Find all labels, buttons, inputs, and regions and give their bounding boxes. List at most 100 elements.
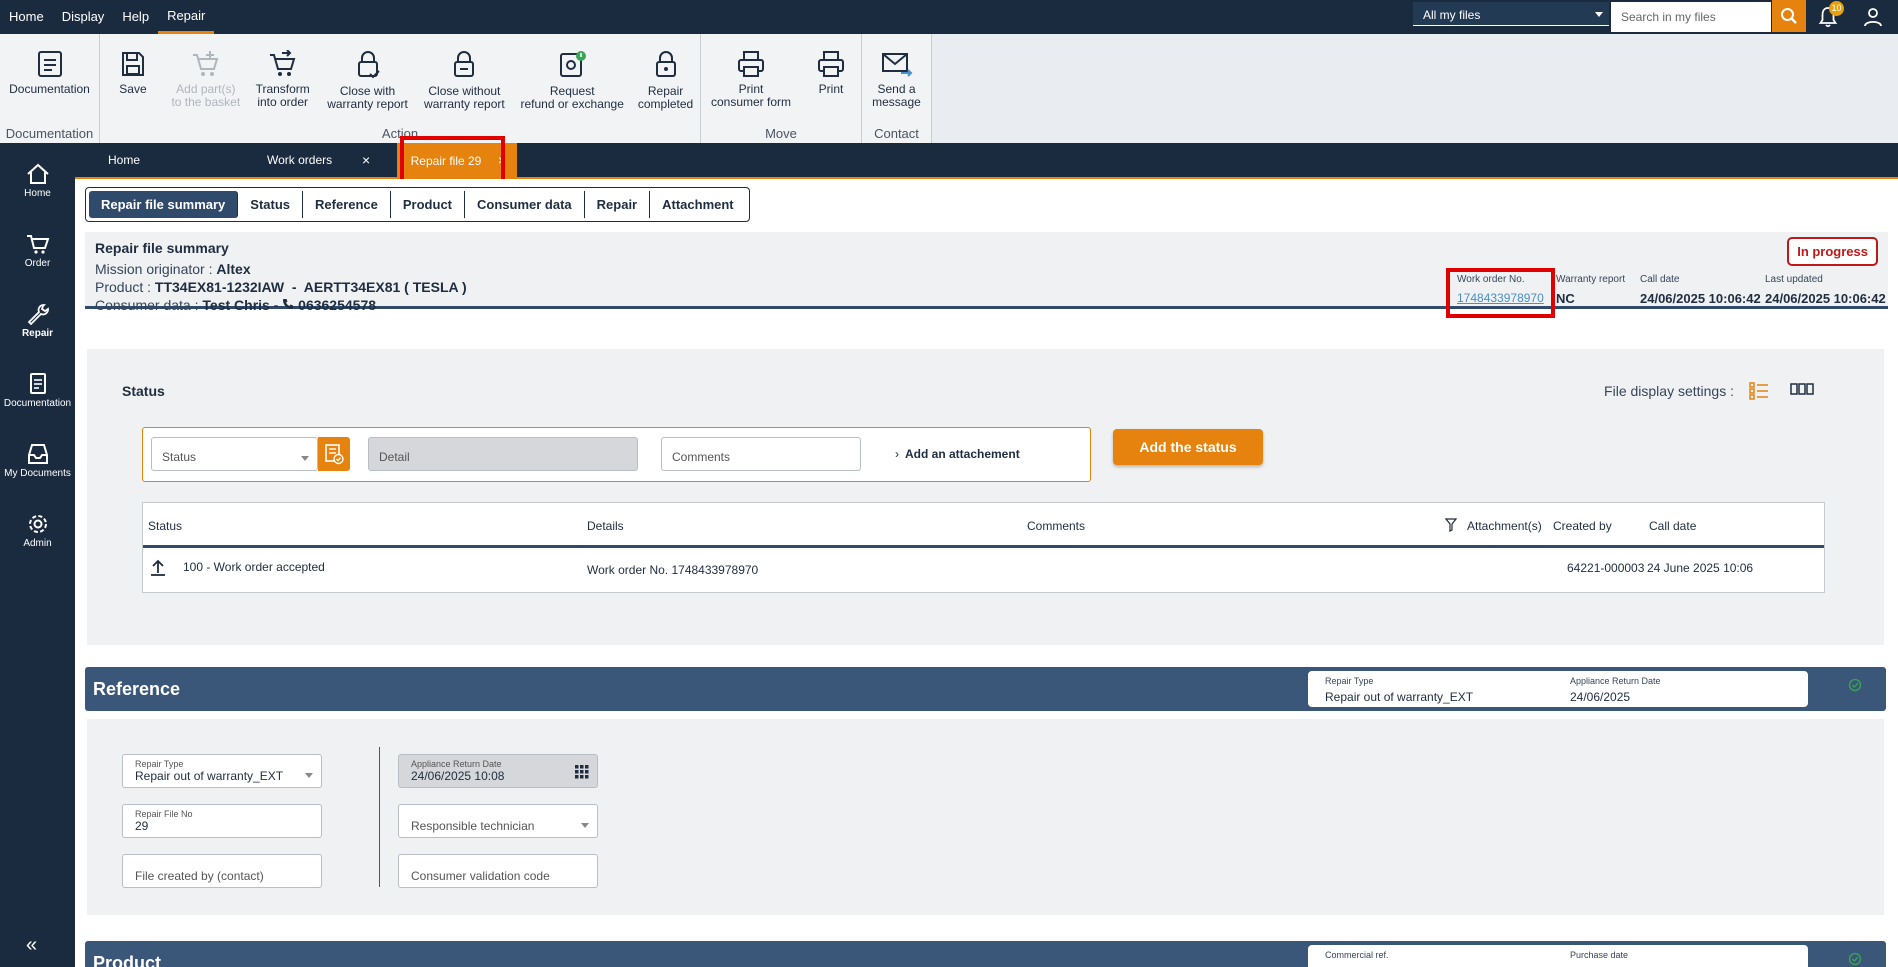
status-picker-button[interactable] (318, 437, 350, 471)
responsible-technician-select[interactable]: Responsible technician (398, 804, 598, 838)
list-view-icon[interactable] (1749, 381, 1769, 401)
menu-help[interactable]: Help (113, 0, 158, 34)
chevron-down-icon (305, 773, 313, 778)
nav-repair[interactable]: Repair (0, 303, 75, 339)
reference-section-header[interactable]: Reference Repair Type Repair out of warr… (85, 667, 1886, 711)
status-table: Status Details Comments Attachment(s) Cr… (142, 502, 1825, 593)
mail-send-icon (881, 53, 912, 77)
reference-panel: Repair Type Repair out of warranty_EXT R… (87, 719, 1884, 915)
search-input[interactable] (1611, 2, 1771, 32)
work-order-meta: Work order No. 1748433978970 (1457, 274, 1544, 305)
document-icon (29, 373, 46, 394)
ribbon-group-action: Save Add part(s) to the basket Transform… (100, 34, 701, 143)
product-section-header[interactable]: Product Commercial ref. Purchase date (85, 941, 1886, 967)
close-tab-repair-file-icon[interactable]: × (491, 143, 513, 178)
file-display-settings-label: File display settings : (1604, 383, 1734, 399)
warranty-meta: Warranty report NC (1556, 274, 1626, 306)
subtab-attachment[interactable]: Attachment (650, 191, 746, 218)
column-header-details[interactable]: Details (587, 519, 624, 533)
menu-repair[interactable]: Repair (158, 0, 215, 34)
column-header-call-date[interactable]: Call date (1649, 519, 1696, 533)
repair-file-no-field[interactable]: Repair File No 29 (122, 804, 322, 838)
consumer-validation-code-field[interactable]: Consumer validation code (398, 854, 598, 888)
calendar-grid-icon[interactable] (575, 765, 589, 779)
table-header-divider (143, 545, 1824, 548)
add-attachment-link[interactable]: › Add an attachement (895, 447, 1020, 461)
filter-icon[interactable] (1445, 518, 1457, 532)
file-created-by-field[interactable]: File created by (contact) (122, 854, 322, 888)
column-header-status[interactable]: Status (148, 519, 182, 533)
main-content: Repair file summary Status Reference Pro… (75, 179, 1898, 967)
add-status-form: Status Detail Comments › Add an attacheme… (142, 427, 1091, 482)
appliance-return-date-field[interactable]: Appliance Return Date 24/06/2025 10:08 (398, 754, 598, 788)
check-circle-icon (1848, 678, 1862, 692)
files-scope-select[interactable]: All my files (1413, 2, 1609, 26)
ribbon-toolbar: Documentation Documentation Save Add par… (0, 34, 932, 143)
cart-arrow-icon (269, 50, 296, 76)
printer-icon (818, 51, 844, 77)
lock-closed-icon (655, 51, 676, 77)
notification-badge: 10 (1829, 1, 1844, 16)
product-summary-card: Commercial ref. Purchase date (1308, 945, 1808, 967)
search-icon (1781, 8, 1797, 24)
search-button[interactable] (1772, 0, 1806, 32)
tab-work-orders[interactable]: Work orders (267, 143, 332, 178)
menu-display[interactable]: Display (53, 0, 114, 34)
tab-home[interactable]: Home (108, 143, 140, 178)
refund-request-icon (560, 51, 587, 77)
nav-admin[interactable]: Admin (0, 513, 75, 549)
status-badge: In progress (1787, 237, 1878, 266)
arrow-up-icon (151, 559, 165, 576)
group-label-documentation: Documentation (5, 126, 94, 141)
subtab-repair-file-summary[interactable]: Repair file summary (89, 191, 239, 218)
close-tab-work-orders-icon[interactable]: × (362, 143, 370, 178)
cart-plus-icon (192, 51, 219, 76)
repair-type-select[interactable]: Repair Type Repair out of warranty_EXT (122, 754, 322, 788)
home-icon (26, 163, 49, 184)
inbox-icon (27, 444, 48, 464)
reference-summary-card: Repair Type Repair out of warranty_EXT A… (1308, 671, 1808, 707)
column-header-attachments[interactable]: Attachment(s) (1467, 519, 1542, 533)
nav-my-documents[interactable]: My Documents (0, 443, 75, 479)
left-navigation: Home Order Repair Documentation My Docum… (0, 143, 75, 967)
menu-home[interactable]: Home (0, 0, 53, 34)
tab-repair-file[interactable]: Repair file 29 × (397, 143, 517, 178)
section-tabs: Repair file summary Status Reference Pro… (85, 187, 750, 222)
save-icon (121, 52, 144, 76)
work-order-link[interactable]: 1748433978970 (1457, 291, 1544, 305)
chevron-down-icon (1595, 12, 1603, 17)
subtab-product[interactable]: Product (391, 191, 466, 218)
status-select[interactable]: Status (151, 437, 318, 471)
summary-title: Repair file summary (95, 240, 229, 256)
user-icon[interactable] (1861, 5, 1885, 29)
add-status-button[interactable]: Add the status (1113, 429, 1263, 465)
column-header-created-by[interactable]: Created by (1553, 519, 1612, 533)
nav-documentation[interactable]: Documentation (0, 373, 75, 409)
tab-repair-file-label: Repair file 29 (410, 154, 482, 168)
call-date-meta: Call date 24/06/2025 10:06:42 (1640, 274, 1761, 306)
detail-field[interactable]: Detail (368, 437, 638, 471)
row-created-by: 64221-000003 (1567, 561, 1645, 575)
group-label-move: Move (765, 126, 797, 141)
subtab-consumer-data[interactable]: Consumer data (465, 191, 585, 218)
wrench-icon (27, 304, 49, 325)
printer-icon (738, 51, 764, 77)
status-panel: Status File display settings : Status De… (87, 349, 1884, 645)
subtab-repair[interactable]: Repair (585, 191, 651, 218)
last-updated-meta: Last updated 24/06/2025 10:06:42 (1765, 274, 1886, 306)
nav-order[interactable]: Order (0, 233, 75, 269)
row-details: Work order No. 1748433978970 (587, 563, 759, 577)
nav-home[interactable]: Home (0, 163, 75, 199)
comments-field[interactable]: Comments (661, 437, 861, 471)
group-label-contact: Contact (874, 126, 919, 141)
column-view-icon[interactable] (1790, 381, 1814, 397)
subtab-reference[interactable]: Reference (303, 191, 391, 218)
product-title: Product (93, 953, 162, 967)
subtab-status[interactable]: Status (238, 191, 304, 218)
column-header-comments[interactable]: Comments (1027, 519, 1085, 533)
column-divider (379, 747, 380, 887)
document-tab-bar: Home Work orders × Repair file 29 × (75, 143, 1898, 178)
files-scope-value: All my files (1423, 8, 1481, 22)
collapse-sidebar-icon[interactable]: « (26, 934, 37, 957)
checklist-icon (325, 444, 344, 465)
